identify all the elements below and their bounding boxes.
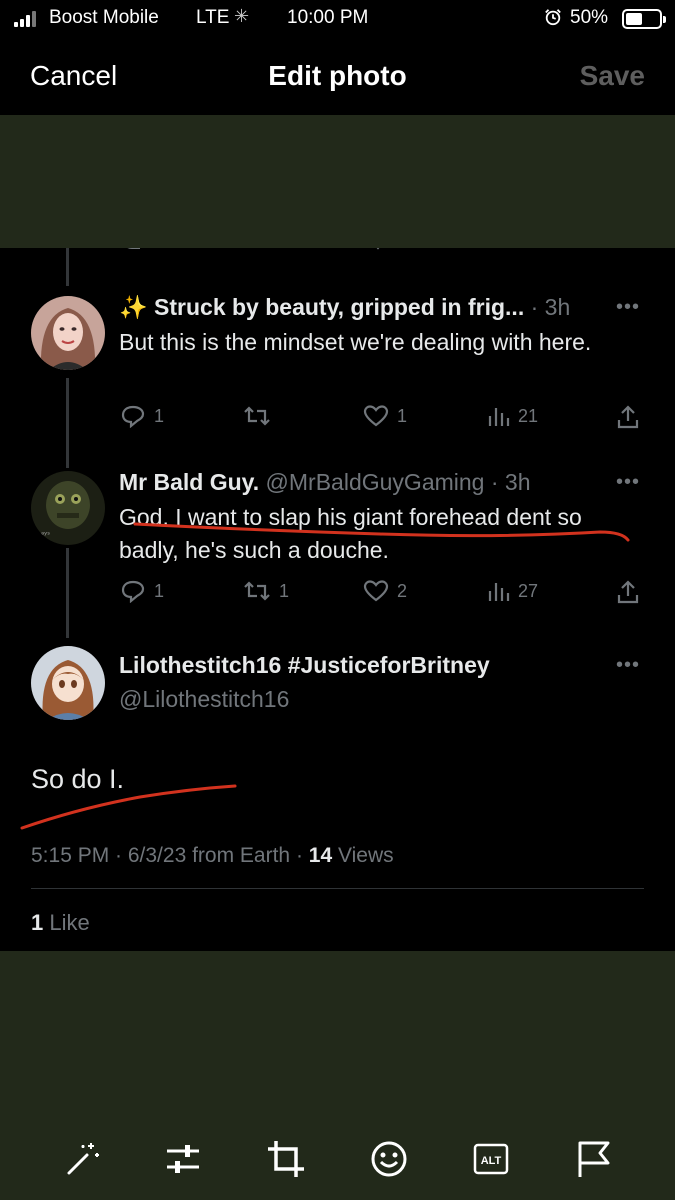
retweet-button[interactable] [243,404,279,428]
crop-margin-top [0,115,675,248]
tweet-actions: 1 1 2 27 [0,579,675,609]
edited-photo[interactable]: ✨ Struck by beauty, gripped in frig... ·… [0,248,675,951]
thread-line [66,248,69,286]
flag-icon[interactable] [574,1139,614,1179]
like-button[interactable]: 1 [363,404,407,428]
likes-summary[interactable]: 1 Like [31,910,90,936]
alt-label: ALT [481,1155,502,1167]
views-count: 14 [308,844,333,867]
divider [31,888,644,889]
tweet-header: ✨ Struck by beauty, gripped in frig... ·… [119,294,570,321]
views-icon [488,408,510,426]
magic-wand-icon[interactable] [63,1139,103,1179]
tweet-text: But this is the mindset we're dealing wi… [119,329,592,355]
heart-icon [363,580,389,602]
tweet-header: Mr Bald Guy. @MrBaldGuyGaming · 3h [119,469,531,496]
network-type: LTE [196,7,230,28]
like-count: 1 [397,405,408,426]
battery-percentage: 50% [570,7,609,28]
tweet-text: So do I. [31,764,125,794]
page-title: Edit photo [268,60,407,91]
likes-count: 1 [31,910,44,935]
reply-button[interactable]: 1 [120,579,164,603]
views-count: 27 [518,580,539,601]
share-icon [617,405,639,429]
edit-photo-header: Cancel Edit photo Save [0,44,675,110]
save-button[interactable]: Save [580,60,645,92]
like-count: 2 [397,580,408,601]
views-count: 21 [518,405,539,426]
signal-strength-icon [14,11,36,27]
retweet-button[interactable]: 1 [243,579,289,603]
svg-text:ᵃʸˢ: ᵃʸˢ [41,530,50,539]
edit-toolbar: ALT [0,1121,675,1200]
loading-spinner-icon: ✳ [234,6,250,26]
tweet-meta: · 3h [530,294,571,320]
reply-count: 1 [154,405,165,426]
avatar[interactable] [31,296,105,370]
likes-label: Like [43,910,90,935]
reply-count: 1 [154,580,165,601]
user-handle[interactable]: @Lilothestitch16 [119,686,289,713]
retweet-count: 1 [279,580,290,601]
views-label: Views [332,844,394,867]
views-button[interactable]: 27 [486,579,538,603]
retweet-icon [244,406,270,426]
tweet-timestamp: 5:15 PM · 6/3/23 from Earth · 14 Views [31,844,394,868]
display-name[interactable]: Lilothestitch16 #JusticeforBritney [119,652,490,679]
battery-icon [622,9,666,29]
display-name[interactable]: Mr Bald Guy. [119,469,259,495]
carrier-name: Boost Mobile [49,7,159,28]
alt-text-icon[interactable]: ALT [471,1139,511,1179]
reply-button[interactable]: 1 [120,404,164,428]
share-button[interactable] [616,579,640,605]
more-options-icon[interactable]: ••• [616,296,640,319]
clock: 10:00 PM [287,7,369,28]
adjust-sliders-icon[interactable] [163,1139,203,1179]
reply-icon [121,405,145,428]
reply-icon [121,580,145,603]
tweet-meta: @MrBaldGuyGaming · 3h [265,469,531,495]
avatar[interactable] [31,646,105,720]
tweet-text: God. I want to slap his giant forehead d… [119,504,582,563]
cropped-action-row [0,248,675,252]
sticker-face-icon[interactable] [369,1139,409,1179]
timestamp-text: 5:15 PM · 6/3/23 from Earth · [31,844,309,867]
share-button[interactable] [616,404,640,430]
status-bar: Boost Mobile LTE ✳ 10:00 PM 50% [0,0,675,38]
views-icon [488,583,510,601]
heart-icon [363,405,389,427]
crop-margin-bottom [0,951,675,1121]
display-name[interactable]: ✨ Struck by beauty, gripped in frig... [119,294,524,320]
crop-icon[interactable] [266,1139,306,1179]
tweet-actions: 1 1 21 [0,404,675,434]
views-button[interactable]: 21 [486,404,538,428]
alarm-icon [545,9,561,26]
like-button[interactable]: 2 [363,579,407,603]
share-icon [617,580,639,604]
more-options-icon[interactable]: ••• [616,471,640,494]
avatar[interactable]: ᵃʸˢ [31,471,105,545]
retweet-icon [244,581,270,601]
more-options-icon[interactable]: ••• [616,654,640,677]
